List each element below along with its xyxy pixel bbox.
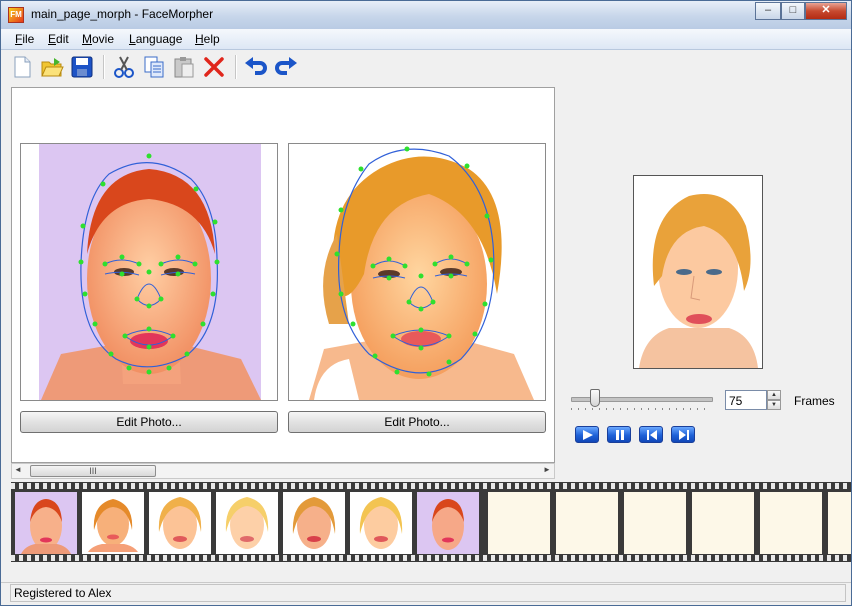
edit-target-photo-button[interactable]: Edit Photo... [288,411,546,433]
menu-movie[interactable]: Movie [82,32,114,46]
filmstrip-frame[interactable] [216,492,278,554]
status-text: Registered to Alex [14,586,112,600]
filmstrip-frame[interactable] [149,492,211,554]
frames-input[interactable]: 75 [725,390,767,410]
save-icon[interactable] [69,54,95,80]
paste-icon[interactable] [171,54,197,80]
frames-spin-down-icon[interactable]: ▼ [767,400,781,410]
filmstrip-frame-selected[interactable] [82,492,144,554]
frame-slider-thumb[interactable] [590,389,600,407]
editor-horizontal-scrollbar[interactable]: ◄ III ► [11,463,555,479]
open-icon[interactable] [39,54,65,80]
morph-preview-image [633,175,763,369]
filmstrip-empty-frame[interactable] [556,492,618,554]
menu-language[interactable]: Language [129,32,182,46]
filmstrip-frame[interactable] [417,492,479,554]
minimize-button[interactable]: – [755,2,781,20]
toolbar [1,50,851,84]
forward-icon[interactable] [671,426,695,443]
copy-icon[interactable] [141,54,167,80]
filmstrip-empty-frame[interactable] [760,492,822,554]
status-bar: Registered to Alex [1,582,851,605]
editor-panel: Edit Photo... Edit Photo... [11,87,555,463]
title-bar[interactable]: FM main_page_morph - FaceMorpher – □ ✕ [1,1,851,29]
facemorpher-window: FM main_page_morph - FaceMorpher – □ ✕ F… [0,0,852,606]
cut-icon[interactable] [111,54,137,80]
filmstrip-empty-frame[interactable] [828,492,851,554]
filmstrip-empty-frame[interactable] [692,492,754,554]
new-icon[interactable] [9,54,35,80]
source-photo[interactable] [20,143,278,401]
redo-icon[interactable] [273,54,299,80]
frame-slider-ticks [571,408,711,410]
frames-spin-up-icon[interactable]: ▲ [767,390,781,400]
menu-help[interactable]: Help [195,32,220,46]
filmstrip-empty-frame[interactable] [488,492,550,554]
frames-label: Frames [794,394,835,408]
menu-edit[interactable]: Edit [48,32,69,46]
filmstrip-perforation-top [11,483,851,489]
play-icon[interactable] [575,426,599,443]
menu-file[interactable]: File [15,32,34,46]
menu-bar: File Edit Movie Language Help [1,29,851,50]
scroll-thumb[interactable]: III [30,465,156,477]
filmstrip-perforation-bottom [11,555,851,561]
toolbar-separator [235,55,237,79]
close-button[interactable]: ✕ [805,2,847,20]
target-photo[interactable] [288,143,546,401]
scroll-left-arrow-icon[interactable]: ◄ [14,465,22,474]
pause-icon[interactable] [607,426,631,443]
filmstrip-frame[interactable] [350,492,412,554]
edit-source-photo-button[interactable]: Edit Photo... [20,411,278,433]
rewind-icon[interactable] [639,426,663,443]
app-icon[interactable]: FM [8,7,24,23]
toolbar-separator [103,55,105,79]
filmstrip[interactable] [11,482,851,562]
undo-icon[interactable] [243,54,269,80]
filmstrip-empty-frame[interactable] [624,492,686,554]
window-title: main_page_morph - FaceMorpher [31,7,214,21]
delete-icon[interactable] [201,54,227,80]
scroll-right-arrow-icon[interactable]: ► [543,465,551,474]
filmstrip-frame[interactable] [283,492,345,554]
status-panel [10,584,846,602]
maximize-button[interactable]: □ [781,2,805,20]
filmstrip-frame[interactable] [15,492,77,554]
